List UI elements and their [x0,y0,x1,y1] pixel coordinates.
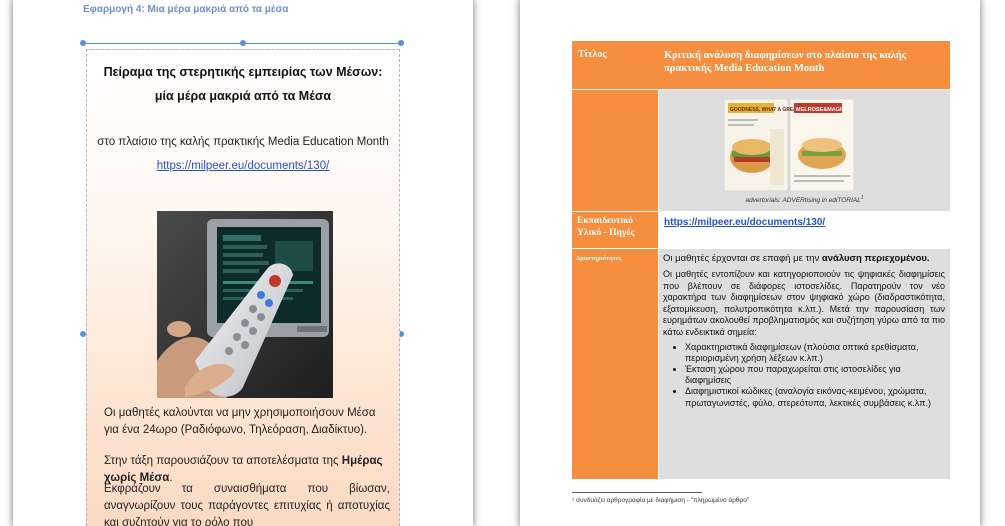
resources-link[interactable]: https://milpeer.eu/documents/130/ [664,217,825,228]
image-caption: advertorials: ADVERtising in ediTORIAL1 [659,195,950,204]
paragraph-1: Οι μαθητές καλούνται να μην χρησιμοποιήσ… [104,407,376,436]
remote-tv-illustration [157,211,333,398]
resources-label: Εκπαιδευτικό Υλικό - Πηγές [577,216,635,238]
caption-text: advertorials: ADVERtising in ediTORIAL [745,197,861,205]
activities-intro: Οι μαθητές έρχονται σε επαφή με την ανάλ… [663,253,945,265]
magazine-right-headline: MELROSE&MAGIC [796,107,846,113]
activities-body: Οι μαθητές εντοπίζουν και κατηγοριοποιού… [663,269,945,337]
left-document-page: Εφαρμογή 4: Μια μέρα μακριά από τα μέσα … [13,0,473,526]
advertorial-image: GOODNESS, WHAT A GREAT TREAT! MELROSE&MA… [723,98,855,192]
cut-off-heading: Εφαρμογή 4: Μια μέρα μακριά από τα μέσα [83,4,289,15]
right-document-page: Τίτλος Κριτική ανάλυση διαφημίσεων στο π… [520,0,980,526]
text-box[interactable]: Πείραμα της στερητικής εμπειρίας των Μέσ… [86,49,400,526]
activities-bullet-list: Χαρακτηριστικά διαφημίσεων (πλούσια οπτι… [663,342,945,409]
document-link[interactable]: https://milpeer.eu/documents/130/ [87,160,399,172]
title-line-2: μία μέρα μακριά από τα Μέσα [154,89,332,103]
bullet-item: Διαφημιστικοί κώδικες (αναλογία εικόνας-… [685,386,945,408]
bullet-item: Έκταση χώρου που παραχωρείται στις ιστοσ… [685,364,945,386]
footnote: ¹ συνδυάζει αρθρογραφία με διαφήμιση - "… [572,497,750,504]
caption-footnote-mark: 1 [860,195,864,201]
footnote-separator [572,492,702,493]
resize-handle[interactable] [398,40,404,46]
paragraph-2-text: Στην τάξη παρουσιάζουν τα αποτελέσματα τ… [104,455,342,467]
activities-content: Οι μαθητές έρχονται σε επαφή με την ανάλ… [663,253,945,409]
resize-handle[interactable] [80,40,86,46]
activities-label-cell [572,249,658,479]
intro-bold: ανάλυση περιεχομένου. [821,253,930,264]
title-line-1: Πείραμα της στερητικής εμπειρίας των Μέσ… [103,65,383,79]
title-value: Κριτική ανάλυση διαφημίσεων στο πλαίσιο … [664,50,907,74]
magazine-spread-illustration: GOODNESS, WHAT A GREAT TREAT! MELROSE&MA… [723,98,855,192]
image-row-label-cell [572,90,658,211]
title-label: Τίτλος [578,49,607,60]
bullet-item: Χαρακτηριστικά διαφημίσεων (πλούσια οπτι… [685,342,945,364]
intro-text: Οι μαθητές έρχονται σε επαφή με την [663,253,822,264]
resize-handle[interactable] [240,40,246,46]
subtitle: στο πλαίσιο της καλής πρακτικής Media Ed… [97,136,389,148]
remote-control-photo [157,211,333,398]
activities-label: Δραστηριότητες [576,255,622,262]
paragraph-3: Εκφράζουν τα συναισθήματα που βίωσαν, αν… [104,483,390,526]
